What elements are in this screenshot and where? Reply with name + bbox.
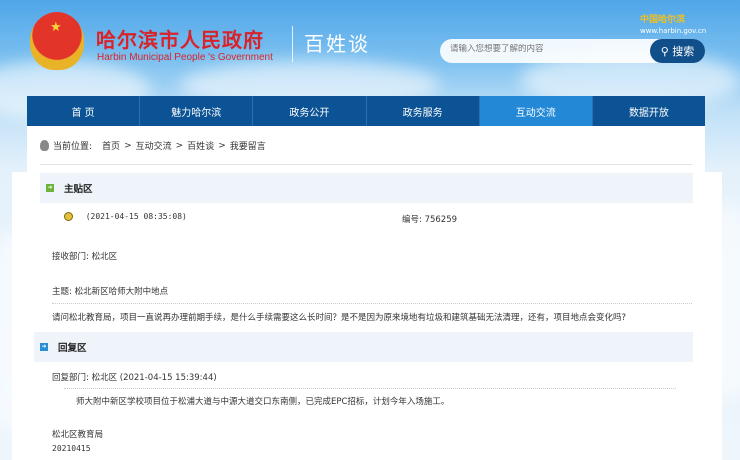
smiley-icon xyxy=(64,212,73,221)
post-meta: (2021-04-15 08:35:08) xyxy=(64,212,187,222)
post-subject: 主题: 松北新区哈师大附中地点 xyxy=(52,287,169,297)
breadcrumb-sep: > xyxy=(124,140,132,151)
post-section-title: 主贴区 xyxy=(64,184,93,195)
breadcrumb-sep: > xyxy=(218,140,226,151)
nav-charm-harbin[interactable]: 魅力哈尔滨 xyxy=(140,96,254,126)
header: ★ 哈尔滨市人民政府 Harbin Municipal People 's Go… xyxy=(0,0,740,92)
breadcrumb-label: 当前位置: xyxy=(53,142,93,152)
nav-open-data[interactable]: 数据开放 xyxy=(593,96,705,126)
site-title[interactable]: 哈尔滨市人民政府 xyxy=(96,24,264,53)
reply-date: 20210415 xyxy=(52,444,91,453)
breadcrumb-leave-message[interactable]: 我要留言 xyxy=(230,139,266,152)
reply-body: 师大附中新区学校项目位于松浦大道与中源大道交口东南侧，已完成EPC招标，计划今年… xyxy=(76,397,450,407)
search-icon: ⚲ xyxy=(660,45,669,58)
arrow-right-icon: ➜ xyxy=(40,343,48,351)
breadcrumb-home[interactable]: 首页 xyxy=(102,139,120,152)
site-title-english: Harbin Municipal People 's Government xyxy=(97,52,273,63)
search-input[interactable] xyxy=(450,44,650,54)
breadcrumb: 当前位置: 首页 > 互动交流 > 百姓谈 > 我要留言 xyxy=(40,139,266,152)
national-emblem-icon: ★ xyxy=(30,12,84,70)
main-nav: 首 页 魅力哈尔滨 政务公开 政务服务 互动交流 数据开放 xyxy=(27,96,705,126)
gov-url: www.harbin.gov.cn xyxy=(640,27,707,35)
breadcrumb-interaction[interactable]: 互动交流 xyxy=(136,139,172,152)
nav-interaction[interactable]: 互动交流 xyxy=(479,96,593,126)
nav-home[interactable]: 首 页 xyxy=(27,96,141,126)
reply-dept: 回复部门: 松北区 (2021-04-15 15:39:44) xyxy=(52,373,217,383)
breadcrumb-sep: > xyxy=(175,140,184,151)
gov-logo-text: 中国哈尔滨 xyxy=(640,15,686,25)
divider xyxy=(52,303,692,304)
content-panel: ➜ 主贴区 (2021-04-15 08:35:08) 编号: 756259 接… xyxy=(12,172,722,460)
breadcrumb-panel: 当前位置: 首页 > 互动交流 > 百姓谈 > 我要留言 xyxy=(27,126,705,174)
breadcrumb-baixingtan[interactable]: 百姓谈 xyxy=(187,139,214,152)
post-section-header: ➜ 主贴区 xyxy=(40,173,693,203)
divider xyxy=(40,164,692,165)
post-body: 请问松北教育局，项目一直说再办理前期手续，是什么手续需要这么长时间？是不是因为原… xyxy=(52,313,627,323)
search-box: ⚲ 搜索 xyxy=(440,39,705,63)
reply-section-header: ➜ 回复区 xyxy=(34,332,693,362)
section-title: 百姓谈 xyxy=(304,32,370,56)
reply-section-title: 回复区 xyxy=(58,343,87,354)
location-icon xyxy=(40,140,49,151)
post-time: (2021-04-15 08:35:08) xyxy=(85,212,187,221)
nav-gov-services[interactable]: 政务服务 xyxy=(367,96,480,126)
receiving-dept: 接收部门: 松北区 xyxy=(52,252,118,262)
arrow-right-icon: ➜ xyxy=(46,184,54,192)
search-button-label: 搜索 xyxy=(672,45,695,58)
gov-portal-logo[interactable]: 中国哈尔滨 www.harbin.gov.cn xyxy=(640,12,706,35)
nav-gov-affairs[interactable]: 政务公开 xyxy=(253,96,367,126)
divider xyxy=(64,388,676,389)
divider xyxy=(292,26,293,62)
reply-signature: 松北区教育局 xyxy=(52,430,104,440)
post-number: 编号: 756259 xyxy=(402,215,458,225)
search-button[interactable]: ⚲ 搜索 xyxy=(650,39,705,63)
